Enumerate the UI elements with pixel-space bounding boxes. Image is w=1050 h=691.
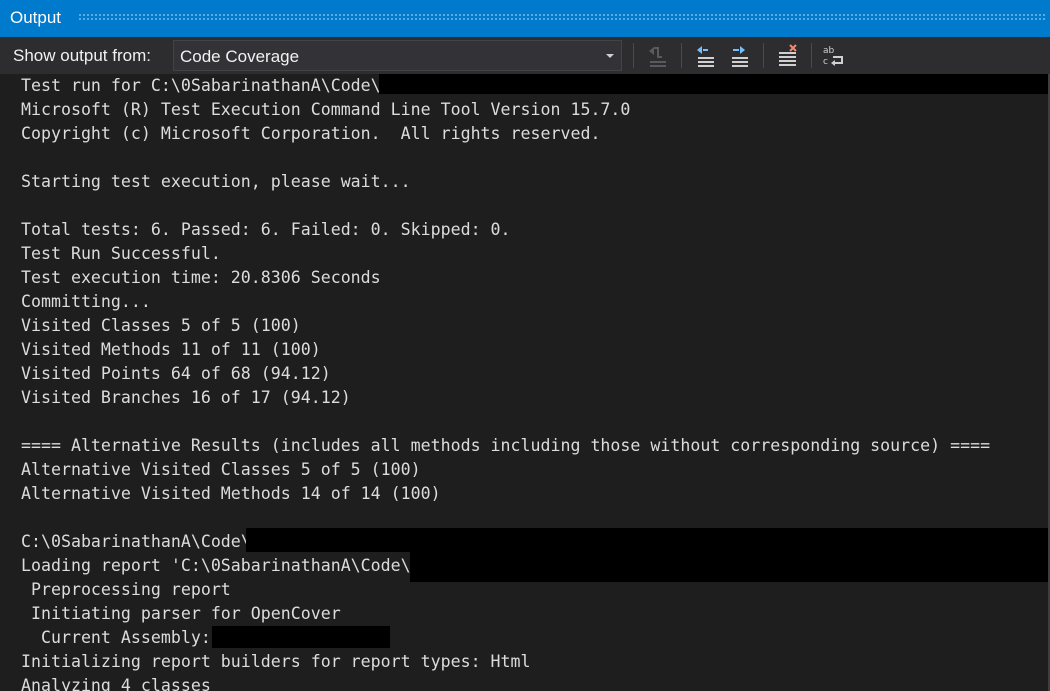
- output-line: Test execution time: 20.8306 Seconds: [21, 268, 381, 287]
- output-line: ==== Alternative Results (includes all m…: [21, 436, 991, 455]
- output-line: Microsoft (R) Test Execution Command Lin…: [21, 100, 631, 119]
- output-line: [21, 194, 990, 218]
- clear-all-icon: [779, 44, 797, 66]
- previous-message-icon: [697, 46, 714, 67]
- toolbar-separator: [633, 43, 634, 68]
- word-wrap-icon: ab c: [823, 46, 843, 67]
- redaction-block: [212, 626, 390, 648]
- output-line: Alternative Visited Methods 14 of 14 (10…: [21, 484, 441, 503]
- output-line: Total tests: 6. Passed: 6. Failed: 0. Sk…: [21, 220, 511, 239]
- clear-all-button[interactable]: [775, 43, 801, 69]
- output-line: [21, 146, 990, 170]
- output-line: Analyzing 4 classes: [21, 676, 211, 691]
- output-line: Alternative Visited Classes 5 of 5 (100): [21, 460, 421, 479]
- output-line: Test Run Successful.: [21, 244, 221, 263]
- output-window-title-bar[interactable]: Output: [0, 0, 1050, 37]
- show-output-from-label: Show output from:: [13, 46, 151, 65]
- chevron-down-icon: [606, 54, 614, 58]
- previous-message-button[interactable]: [693, 43, 719, 69]
- window-title: Output: [10, 8, 62, 27]
- redaction-block: [246, 528, 1050, 552]
- toolbar-separator: [811, 43, 812, 68]
- title-bar-grip[interactable]: [78, 13, 1046, 22]
- output-line: Initializing report builders for report …: [21, 652, 531, 671]
- next-message-icon: [732, 46, 748, 67]
- output-source-dropdown[interactable]: Code Coverage: [173, 40, 622, 71]
- output-line: Visited Methods 11 of 11 (100): [21, 340, 321, 359]
- redaction-block: [410, 552, 1050, 582]
- output-line: Initiating parser for OpenCover: [21, 604, 341, 623]
- redaction-block: [379, 74, 1050, 94]
- output-toolbar: Show output from: Code Coverage ab c: [0, 37, 1050, 74]
- toolbar-separator: [763, 43, 764, 68]
- output-line: Visited Points 64 of 68 (94.12): [21, 364, 331, 383]
- output-line: Copyright (c) Microsoft Corporation. All…: [21, 124, 601, 143]
- svg-text:ab: ab: [823, 46, 835, 56]
- output-text-area[interactable]: Test run for C:\0SabarinathanA\Code\ Mic…: [0, 74, 1050, 691]
- output-line: Current Assembly:: [21, 628, 211, 647]
- output-line: Visited Classes 5 of 5 (100): [21, 316, 301, 335]
- output-line: [21, 506, 990, 530]
- output-line: Visited Branches 16 of 17 (94.12): [21, 388, 351, 407]
- output-line: Starting test execution, please wait...: [21, 172, 411, 191]
- next-message-button[interactable]: [727, 43, 753, 69]
- output-line: Committing...: [21, 292, 151, 311]
- svg-text:c: c: [823, 57, 828, 67]
- output-line: [21, 410, 990, 434]
- output-lines: Test run for C:\0SabarinathanA\Code\ Mic…: [21, 74, 990, 691]
- go-to-location-button[interactable]: [645, 43, 671, 69]
- toggle-word-wrap-button[interactable]: ab c: [821, 43, 847, 69]
- toolbar-separator: [681, 43, 682, 68]
- go-to-location-icon: [649, 47, 666, 67]
- output-source-value: Code Coverage: [180, 47, 300, 66]
